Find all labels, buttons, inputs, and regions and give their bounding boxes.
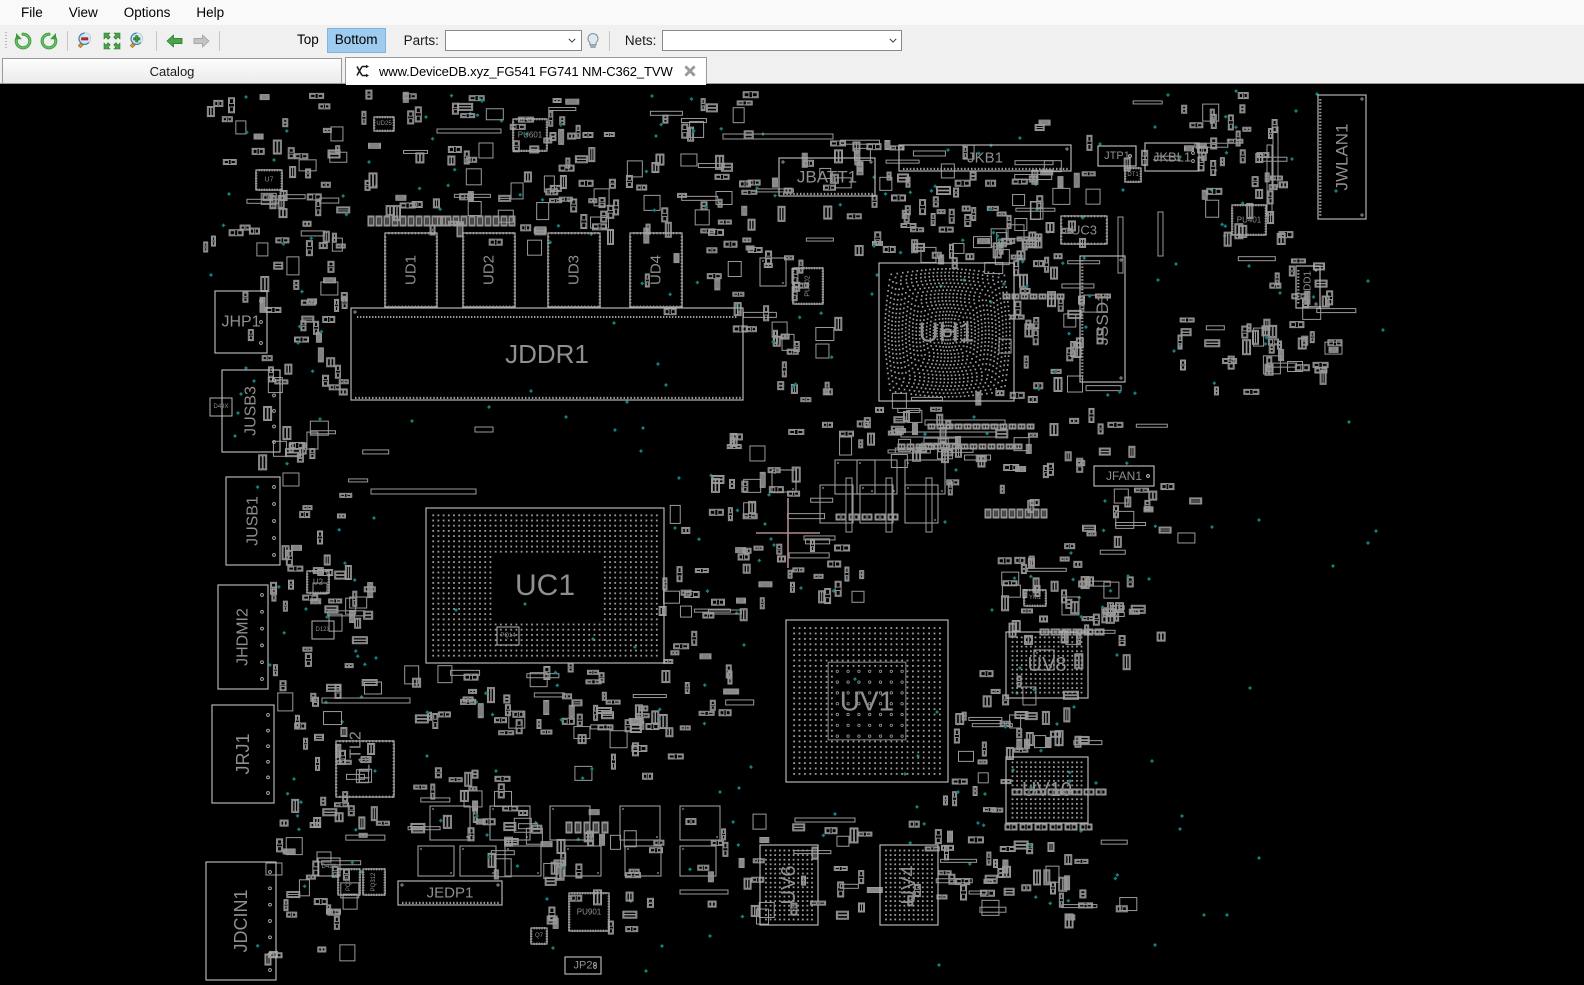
zoom-in-button[interactable] (125, 28, 151, 54)
pcb-part-JFAN1: JFAN1 (1093, 465, 1155, 487)
pcb-part-UD25: UD25 (373, 116, 395, 132)
pcb-part-TL1: TL1 (335, 740, 395, 798)
chevron-down-icon (568, 38, 576, 43)
pcb-part-JWLAN1: JWLAN1 (1317, 94, 1367, 220)
svg-text:JEDP1: JEDP1 (427, 885, 474, 902)
svg-text:UD1: UD1 (403, 255, 420, 285)
rotate-ccw-icon (14, 32, 32, 49)
zoom-out-icon (77, 32, 91, 48)
pcb-part-PQ312: PQ312 (362, 868, 386, 896)
tab-strip: Catalog www.DeviceDB.xyz_FG541 FG741 NM-… (0, 56, 1584, 85)
shuffle-icon (356, 64, 369, 78)
svg-text:JUSB1: JUSB1 (245, 496, 262, 546)
zoom-fit-button[interactable] (99, 28, 125, 54)
svg-text:JDCIN1: JDCIN1 (231, 889, 251, 952)
svg-text:JDDR1: JDDR1 (505, 339, 589, 369)
nets-label: Nets: (624, 33, 657, 48)
pcb-part-PU901: PU901 (568, 892, 610, 932)
tab-catalog-label: Catalog (149, 64, 195, 79)
pcb-boardview[interactable]: JHP1 JUSB3 JUSB1 JHDMI2 JRJ1 JDCIN1 JDDR1 UD1 UD… (0, 84, 1584, 985)
svg-text:UC1: UC1 (515, 569, 575, 602)
pcb-part-JRJ1: JRJ1 (211, 704, 275, 804)
svg-text:JBATT1: JBATT1 (797, 168, 857, 187)
tab-board-view[interactable]: www.DeviceDB.xyz_FG541 FG741 NM-C362_TVW (345, 57, 707, 85)
parts-dropdown-arrow[interactable] (564, 31, 581, 50)
rotate-ccw-button[interactable] (10, 28, 36, 54)
svg-text:UD3: UD3 (566, 255, 583, 285)
pcb-part-UV1: UV1 (785, 619, 949, 783)
pcb-part-Q7: Q7 (530, 927, 548, 945)
forward-button[interactable] (188, 28, 214, 54)
rotate-cw-icon (40, 32, 58, 49)
parts-label: Parts: (403, 33, 439, 48)
svg-text:JP2: JP2 (574, 960, 593, 972)
toolbar: Top Bottom Parts: Nets: (0, 25, 1584, 56)
toolbar-separator-2 (156, 30, 157, 51)
pcb-part-UC1: UC1 (425, 507, 665, 664)
svg-text:UD2: UD2 (481, 255, 498, 285)
pcb-part-JUSB1: JUSB1 (225, 476, 281, 566)
menu-view[interactable]: View (56, 1, 111, 24)
app-window: File View Options Help Top Bottom Parts:… (0, 0, 1584, 985)
pcb-part-JHP1: JHP1 (214, 290, 268, 354)
pcb-part-DT1: DT1 (1124, 167, 1142, 183)
pcb-part-UV4: UV4 (879, 844, 939, 926)
nets-combobox[interactable] (662, 30, 903, 51)
pcb-part-PU401: PU401 (1231, 204, 1267, 236)
back-button[interactable] (162, 28, 188, 54)
pcb-part-U7: U7 (255, 169, 283, 191)
side-top-toggle[interactable]: Top (289, 28, 327, 53)
pcb-part-UD3: UD3 (547, 232, 601, 308)
pcb-part-UC3: UC3 (1060, 215, 1108, 245)
pcb-part-UH1: UH1 (878, 262, 1015, 402)
svg-text:JHP1: JHP1 (221, 314, 260, 331)
pcb-part-JDDR1: JDDR1 (350, 307, 744, 401)
toolbar-separator-3 (219, 30, 220, 51)
svg-text:JUSB3: JUSB3 (243, 386, 260, 436)
forward-arrow-icon (193, 34, 210, 47)
close-icon (684, 65, 696, 77)
toolbar-separator-4 (608, 30, 610, 51)
toolbar-grip[interactable] (2, 30, 10, 52)
hint-button[interactable] (582, 29, 604, 53)
rotate-cw-button[interactable] (36, 28, 62, 54)
tab-close-button[interactable] (682, 63, 698, 79)
pcb-part-JKB1: JKB1 (898, 144, 1072, 172)
nets-dropdown-arrow[interactable] (884, 31, 901, 50)
pcb-part-JEDP1: JEDP1 (397, 880, 503, 906)
pcb-part-JSSD1: JSSD1 (1079, 255, 1126, 383)
side-bottom-toggle[interactable]: Bottom (326, 28, 386, 53)
lightbulb-icon (587, 32, 599, 48)
menu-file[interactable]: File (8, 1, 56, 24)
svg-text:JHDMI2: JHDMI2 (235, 608, 252, 666)
board-canvas[interactable]: JHP1 JUSB3 JUSB1 JHDMI2 JRJ1 JDCIN1 JDDR1 UD1 UD… (0, 84, 1584, 985)
pcb-part-JP2: JP2 (564, 956, 602, 975)
back-arrow-icon (166, 34, 183, 47)
menu-options[interactable]: Options (111, 1, 184, 24)
svg-text:UD4: UD4 (648, 255, 665, 285)
menu-bar: File View Options Help (0, 0, 1584, 25)
parts-combobox[interactable] (444, 30, 582, 51)
zoom-out-button[interactable] (73, 28, 99, 54)
pcb-part-JDCIN1: JDCIN1 (205, 861, 277, 981)
svg-text:JRJ1: JRJ1 (233, 733, 253, 774)
tab-catalog[interactable]: Catalog (2, 58, 342, 84)
zoom-fit-icon (103, 32, 121, 49)
zoom-in-icon (129, 32, 143, 48)
pcb-part-UD4: UD4 (629, 232, 683, 308)
pcb-part-UD1: UD1 (384, 232, 438, 308)
toolbar-separator-1 (67, 30, 68, 51)
pcb-part-JHDMI2: JHDMI2 (217, 584, 269, 690)
chevron-down-icon (889, 38, 897, 43)
menu-help[interactable]: Help (183, 1, 237, 24)
tab-board-view-label: www.DeviceDB.xyz_FG541 FG741 NM-C362_TVW (379, 63, 673, 79)
